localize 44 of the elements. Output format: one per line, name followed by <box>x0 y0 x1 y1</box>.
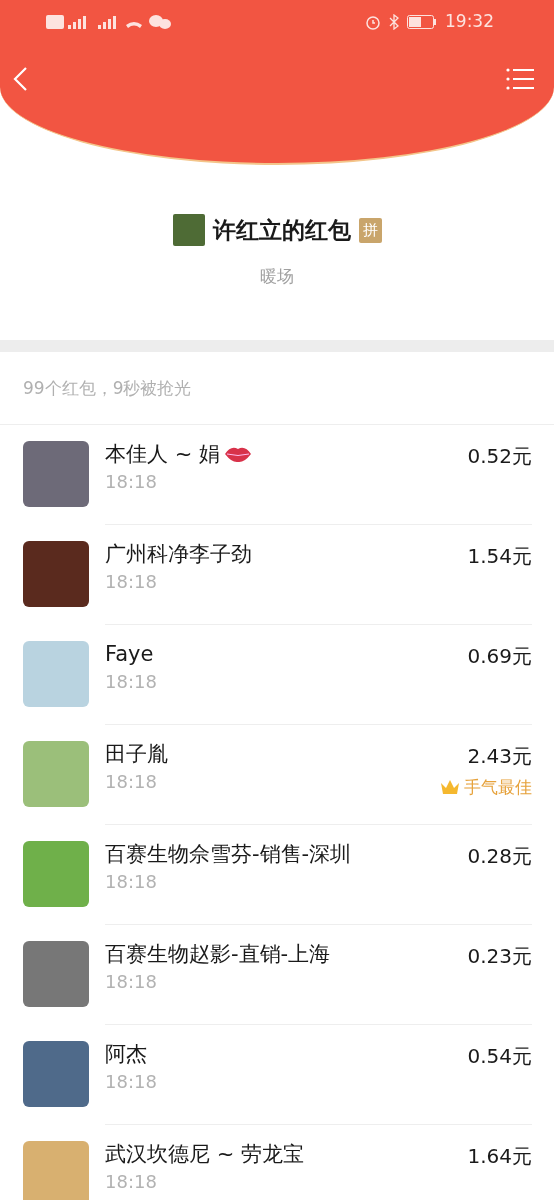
status-time: 19:32 <box>445 10 494 34</box>
user-name: 阿杰 <box>105 1040 147 1068</box>
tag-label: 拼 <box>358 218 382 243</box>
avatar-photo <box>23 940 89 1007</box>
menu-icon[interactable] <box>506 68 534 90</box>
time-text: 18:18 <box>105 469 158 494</box>
avatar-photo <box>23 1040 89 1107</box>
alarm-icon <box>365 14 381 30</box>
amount-text: 0.54元 <box>467 1042 532 1070</box>
amount-text: 2.43元 <box>467 742 532 770</box>
user-name: 广州科净李子劲 <box>105 540 252 568</box>
user-name: 百赛生物佘雪芬-销售-深圳 <box>105 840 352 868</box>
amount-text: 0.52元 <box>467 442 532 470</box>
packet-subtitle: 暖场 <box>260 264 294 288</box>
user-name: 田子胤 <box>105 740 168 768</box>
amount-text: 1.64元 <box>467 1142 532 1170</box>
user-name: Faye <box>105 640 154 668</box>
time-text: 18:18 <box>105 769 158 794</box>
packet-title: 许红立的红包 <box>212 216 351 245</box>
summary-text: 99个红包，9秒被抢光 <box>23 378 192 398</box>
amount-text: 1.54元 <box>467 542 532 570</box>
user-name: 本佳人 ~ 娟 <box>105 440 220 468</box>
time-text: 18:18 <box>105 969 158 994</box>
time-text: 18:18 <box>105 869 158 894</box>
back-icon[interactable] <box>12 66 28 92</box>
avatar-photo <box>23 1140 89 1200</box>
time-text: 18:18 <box>105 669 158 694</box>
user-name: 武汉坎德尼 ~ 劳龙宝 <box>105 1140 304 1168</box>
time-text: 18:18 <box>105 1169 158 1194</box>
avatar-photo <box>23 440 89 507</box>
avatar-photo <box>23 740 89 807</box>
time-text: 18:18 <box>105 1069 158 1094</box>
amount-text: 0.69元 <box>467 642 532 670</box>
bluetooth-icon <box>389 14 399 30</box>
avatar-photo <box>172 214 205 247</box>
avatar-photo <box>23 640 89 707</box>
amount-text: 0.23元 <box>467 942 532 970</box>
avatar-photo <box>23 840 89 907</box>
amount-text: 0.28元 <box>467 842 532 870</box>
battery-icon <box>407 15 437 29</box>
avatar-photo <box>23 540 89 607</box>
user-name: 百赛生物赵影-直销-上海 <box>105 940 331 968</box>
best-luck-label: 手气最佳 <box>464 775 532 799</box>
time-text: 18:18 <box>105 569 158 594</box>
